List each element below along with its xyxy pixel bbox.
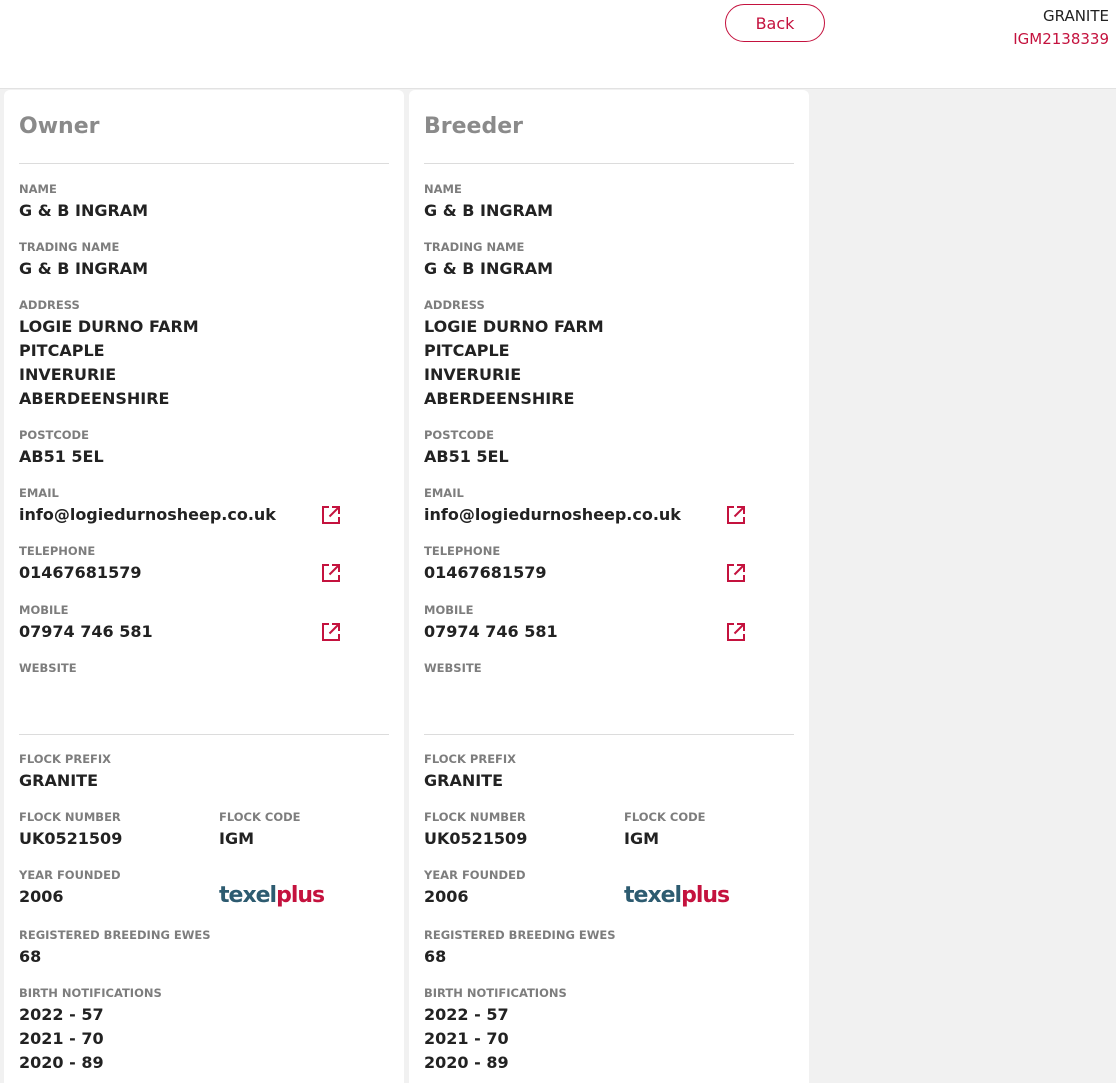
- texelplus-logo: texelplus: [219, 883, 325, 908]
- registered-breeding-ewes-value: 68: [424, 947, 447, 966]
- card-title: Breeder: [424, 114, 523, 139]
- email-label: EMAIL: [19, 486, 59, 500]
- external-link-icon[interactable]: [321, 505, 341, 525]
- email-value: info@logiedurnosheep.co.uk: [424, 505, 681, 524]
- registered-breeding-ewes-label: REGISTERED BREEDING EWES: [19, 928, 211, 942]
- flock-code-value: IGM: [624, 829, 660, 848]
- address-line: INVERURIE: [19, 365, 117, 384]
- birth-notification-item: 2022 - 57: [424, 1005, 509, 1024]
- email-label: EMAIL: [424, 486, 464, 500]
- address-line: ABERDEENSHIRE: [19, 389, 170, 408]
- mobile-value: 07974 746 581: [424, 622, 558, 641]
- name-value: G & B INGRAM: [19, 201, 149, 220]
- flock-code-label: FLOCK CODE: [624, 810, 706, 824]
- address-label: ADDRESS: [424, 298, 485, 312]
- flock-number-value: UK0521509: [19, 829, 123, 848]
- trading-name-label: TRADING NAME: [424, 240, 525, 254]
- postcode-value: AB51 5EL: [424, 447, 509, 466]
- postcode-label: POSTCODE: [19, 428, 89, 442]
- registered-breeding-ewes-label: REGISTERED BREEDING EWES: [424, 928, 616, 942]
- logo-text-texel: texel: [219, 883, 277, 908]
- flock-prefix-label: FLOCK PREFIX: [424, 752, 517, 766]
- address-line: LOGIE DURNO FARM: [19, 317, 199, 336]
- mobile-value: 07974 746 581: [19, 622, 153, 641]
- birth-notifications-label: BIRTH NOTIFICATIONS: [19, 986, 162, 1000]
- flock-prefix-value: GRANITE: [424, 771, 504, 790]
- birth-notifications-label: BIRTH NOTIFICATIONS: [424, 986, 567, 1000]
- trading-name-label: TRADING NAME: [19, 240, 120, 254]
- flock-number-label: FLOCK NUMBER: [424, 810, 526, 824]
- flock-code-value: IGM: [219, 829, 255, 848]
- birth-notification-item: 2021 - 70: [424, 1029, 509, 1048]
- divider: [424, 163, 794, 164]
- mobile-label: MOBILE: [424, 603, 474, 617]
- breeder-card: Breeder NAME G & B INGRAM TRADING NAME G…: [409, 90, 809, 1083]
- logo-text-plus: plus: [276, 883, 325, 908]
- address-line: ABERDEENSHIRE: [424, 389, 575, 408]
- registered-breeding-ewes-value: 68: [19, 947, 42, 966]
- year-founded-value: 2006: [424, 887, 469, 906]
- name-label: NAME: [424, 182, 462, 196]
- telephone-value: 01467681579: [424, 563, 547, 582]
- flock-number-value: UK0521509: [424, 829, 528, 848]
- address-label: ADDRESS: [19, 298, 80, 312]
- logo-text-texel: texel: [624, 883, 682, 908]
- logo-text-plus: plus: [681, 883, 730, 908]
- website-label: WEBSITE: [19, 661, 77, 675]
- address-line: INVERURIE: [424, 365, 522, 384]
- flock-number-label: FLOCK NUMBER: [19, 810, 121, 824]
- divider: [19, 734, 389, 735]
- flock-code-label: FLOCK CODE: [219, 810, 301, 824]
- birth-notification-item: 2020 - 89: [19, 1053, 104, 1072]
- trading-name-value: G & B INGRAM: [19, 259, 149, 278]
- external-link-icon[interactable]: [726, 622, 746, 642]
- divider: [424, 734, 794, 735]
- divider: [19, 163, 389, 164]
- birth-notification-item: 2022 - 57: [19, 1005, 104, 1024]
- website-label: WEBSITE: [424, 661, 482, 675]
- trading-name-value: G & B INGRAM: [424, 259, 554, 278]
- birth-notification-item: 2020 - 89: [424, 1053, 509, 1072]
- flock-prefix-value: GRANITE: [19, 771, 99, 790]
- name-label: NAME: [19, 182, 57, 196]
- year-founded-label: YEAR FOUNDED: [19, 868, 121, 882]
- telephone-value: 01467681579: [19, 563, 142, 582]
- address-line: PITCAPLE: [19, 341, 105, 360]
- animal-id-link[interactable]: IGM2138339: [1013, 30, 1109, 48]
- mobile-label: MOBILE: [19, 603, 69, 617]
- back-button[interactable]: Back: [725, 4, 825, 42]
- name-value: G & B INGRAM: [424, 201, 554, 220]
- external-link-icon[interactable]: [321, 563, 341, 583]
- external-link-icon[interactable]: [726, 505, 746, 525]
- owner-card: Owner NAME G & B INGRAM TRADING NAME G &…: [4, 90, 404, 1083]
- year-founded-label: YEAR FOUNDED: [424, 868, 526, 882]
- external-link-icon[interactable]: [726, 563, 746, 583]
- postcode-value: AB51 5EL: [19, 447, 104, 466]
- telephone-label: TELEPHONE: [424, 544, 501, 558]
- flock-prefix-label: FLOCK PREFIX: [19, 752, 112, 766]
- texelplus-logo: texelplus: [624, 883, 730, 908]
- year-founded-value: 2006: [19, 887, 64, 906]
- telephone-label: TELEPHONE: [19, 544, 96, 558]
- external-link-icon[interactable]: [321, 622, 341, 642]
- address-line: LOGIE DURNO FARM: [424, 317, 604, 336]
- email-value: info@logiedurnosheep.co.uk: [19, 505, 276, 524]
- address-line: PITCAPLE: [424, 341, 510, 360]
- animal-name: GRANITE: [1043, 7, 1109, 25]
- postcode-label: POSTCODE: [424, 428, 494, 442]
- top-bar: Back GRANITE IGM2138339: [0, 0, 1116, 89]
- card-title: Owner: [19, 114, 100, 139]
- birth-notification-item: 2021 - 70: [19, 1029, 104, 1048]
